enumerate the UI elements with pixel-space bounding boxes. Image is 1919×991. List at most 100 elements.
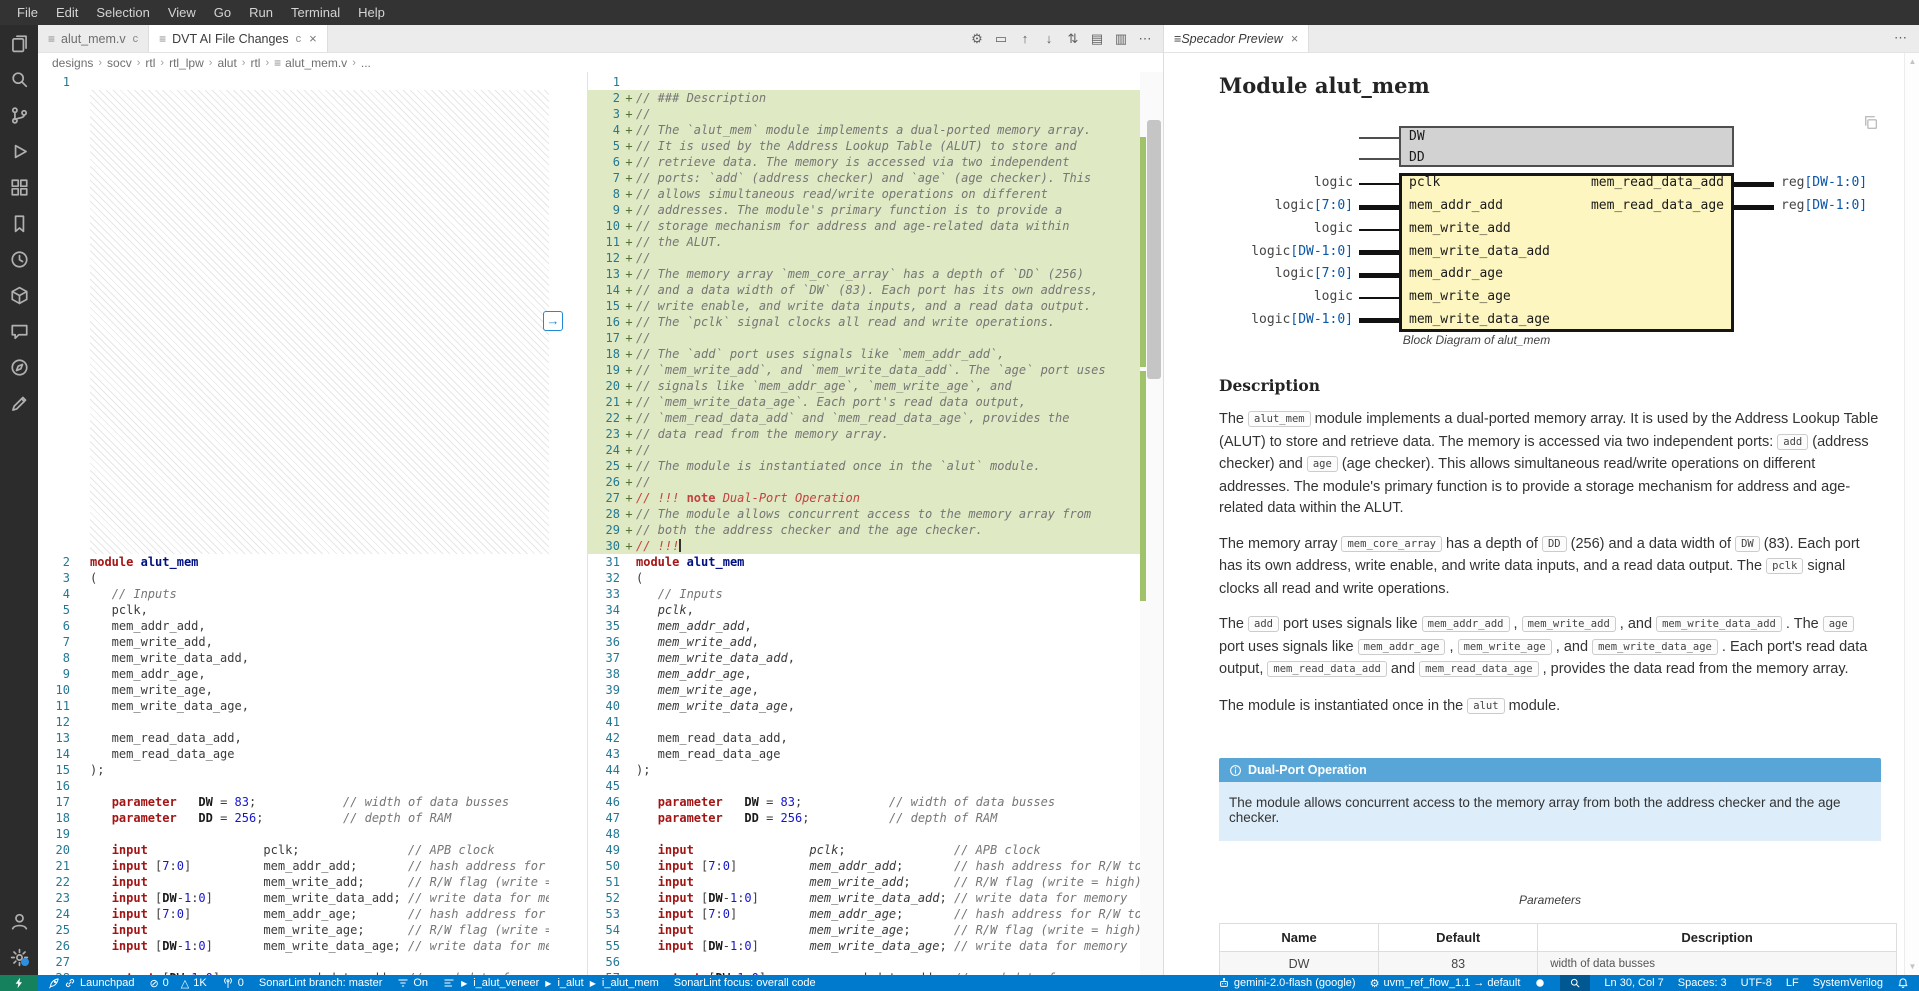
code-line[interactable]: 33 // Inputs [588,586,1140,602]
code-line[interactable]: 52 input [DW-1:0] mem_write_data_add; //… [588,890,1140,906]
breadcrumb-item[interactable]: rtl [145,56,155,70]
diff-overview-ruler[interactable] [1140,72,1163,975]
activity-account-icon[interactable] [0,903,38,939]
code-line[interactable]: 50 input [7:0] mem_addr_add; // hash add… [588,858,1140,874]
preview-scrollbar[interactable]: ▲ ▼ [1904,53,1919,975]
activity-extensions-icon[interactable] [0,169,38,205]
map-icon[interactable]: ▤ [1087,31,1107,47]
code-line[interactable]: 31module alut_mem [588,554,1140,570]
status-item[interactable]: SonarLint branch: master [259,977,383,989]
code-line[interactable]: 8 mem_write_data_add, [38,650,549,666]
code-line[interactable]: 26 input [DW-1:0] mem_write_data_age; //… [38,938,549,954]
activity-settings-gear-icon[interactable] [0,939,38,975]
code-line[interactable]: 41 [588,714,1140,730]
code-line[interactable]: 56 [588,954,1140,970]
status-item[interactable]: Spaces: 3 [1678,977,1727,989]
code-line[interactable]: 25+// The module is instantiated once in… [588,458,1140,474]
menu-help[interactable]: Help [349,0,394,25]
code-line[interactable]: 37 mem_write_data_add, [588,650,1140,666]
code-line[interactable]: 11 mem_write_data_age, [38,698,549,714]
diff-pane-original[interactable]: 12module alut_mem3(4 // Inputs5 pclk,6 m… [38,72,549,975]
code-line[interactable]: 3+// [588,106,1140,122]
scrollbar-thumb[interactable] [1147,120,1161,379]
code-line[interactable]: 34 pclk, [588,602,1140,618]
status-item[interactable]: UTF-8 [1741,977,1772,989]
close-icon[interactable]: × [1291,32,1298,46]
code-line[interactable]: 44); [588,762,1140,778]
more-actions-icon[interactable]: ⋯ [1135,31,1155,47]
code-line[interactable]: 36 mem_write_add, [588,634,1140,650]
open-file-icon[interactable]: ▭ [991,31,1011,47]
code-line[interactable]: 28+// The module allows concurrent acces… [588,506,1140,522]
code-line[interactable]: 26+// [588,474,1140,490]
code-line[interactable]: 22+// `mem_read_data_add` and `mem_read_… [588,410,1140,426]
code-line[interactable]: 14+// and a data width of `DW` (83). Eac… [588,282,1140,298]
tab-dvt-ai-file-changes[interactable]: ≡ DVT AI File Changes c × [149,25,328,52]
code-line[interactable]: 7 mem_write_add, [38,634,549,650]
scroll-up-icon[interactable]: ▲ [1905,57,1919,66]
code-line[interactable]: 17+// [588,330,1140,346]
code-line[interactable]: 19 [38,826,549,842]
code-line[interactable]: 15); [38,762,549,778]
code-line[interactable]: 8+// allows simultaneous read/write oper… [588,186,1140,202]
code-line[interactable]: 19+// `mem_write_add`, and `mem_write_da… [588,362,1140,378]
status-item[interactable]: ⊘0△1K [149,977,206,990]
code-line[interactable]: 43 mem_read_data_age [588,746,1140,762]
menu-edit[interactable]: Edit [47,0,87,25]
activity-comments-icon[interactable] [0,313,38,349]
code-line[interactable]: 39 mem_write_age, [588,682,1140,698]
code-line[interactable]: 3( [38,570,549,586]
status-item[interactable]: 0 [222,977,244,989]
code-line[interactable]: 25 input mem_write_age; // R/W flag (wri… [38,922,549,938]
activity-edit-icon[interactable] [0,385,38,421]
code-line[interactable]: 4 // Inputs [38,586,549,602]
code-line[interactable]: 24 input [7:0] mem_addr_age; // hash add… [38,906,549,922]
code-line[interactable]: 16 [38,778,549,794]
breadcrumb-item[interactable]: alut_mem.v [285,56,347,70]
code-line[interactable]: 54 input mem_write_age; // R/W flag (wri… [588,922,1140,938]
swap-icon[interactable]: ⇅ [1063,31,1083,47]
code-line[interactable]: 11+// the ALUT. [588,234,1140,250]
activity-bookmarks-icon[interactable] [0,205,38,241]
status-item[interactable]: gemini-2.0-flash (google) [1218,977,1356,989]
breadcrumb-item[interactable]: socv [107,56,132,70]
tab-alut_mem.v[interactable]: ≡ alut_mem.v c [38,25,149,52]
code-line[interactable]: 27+// !!! note Dual-Port Operation [588,490,1140,506]
breadcrumb-item[interactable]: ... [361,56,371,70]
split-editor-icon[interactable]: ▥ [1111,31,1131,47]
status-item[interactable]: SonarLint focus: overall code [674,977,816,989]
code-line[interactable]: 24+// [588,442,1140,458]
code-line[interactable]: 55 input [DW-1:0] mem_write_data_age; //… [588,938,1140,954]
code-line[interactable]: 13 mem_read_data_add, [38,730,549,746]
code-line[interactable]: 2+// ### Description [588,90,1140,106]
diff-pane-modified[interactable]: 12+// ### Description3+//4+// The `alut_… [587,72,1140,975]
copy-icon[interactable] [1862,114,1879,135]
activity-files-icon[interactable] [0,25,38,61]
code-line[interactable]: 53 input [7:0] mem_addr_age; // hash add… [588,906,1140,922]
code-line[interactable]: 5 pclk, [38,602,549,618]
code-line[interactable]: 1 [588,74,1140,90]
breadcrumb-item[interactable]: rtl [250,56,260,70]
status-item[interactable] [1534,977,1546,989]
code-line[interactable]: 9+// addresses. The module's primary fun… [588,202,1140,218]
status-item[interactable]: Ln 30, Col 7 [1604,977,1663,989]
status-item[interactable] [1897,977,1909,989]
activity-compass-icon[interactable] [0,349,38,385]
code-line[interactable]: 14 mem_read_data_age [38,746,549,762]
code-line[interactable]: 38 mem_addr_age, [588,666,1140,682]
code-line[interactable]: 12+// [588,250,1140,266]
code-line[interactable]: 13+// The memory array `mem_core_array` … [588,266,1140,282]
code-line[interactable]: 23+// data read from the memory array. [588,426,1140,442]
code-line[interactable]: 7+// ports: `add` (address checker) and … [588,170,1140,186]
breadcrumb-item[interactable]: alut [217,56,236,70]
code-line[interactable]: 48 [588,826,1140,842]
menu-run[interactable]: Run [240,0,282,25]
code-line[interactable]: 15+// write enable, and write data input… [588,298,1140,314]
remote-indicator[interactable] [0,975,38,991]
status-item[interactable]: ▶i_alut_veneer▶i_alut▶i_alut_mem [443,977,659,989]
code-line[interactable]: 1 [38,74,549,90]
code-line[interactable]: 30+// !!! [588,538,1140,554]
code-line[interactable]: 21+// `mem_write_data_age`. Each port's … [588,394,1140,410]
code-line[interactable]: 20 input pclk; // APB clock [38,842,549,858]
tab-specador-preview[interactable]: ≡ Specador Preview × [1164,25,1309,52]
